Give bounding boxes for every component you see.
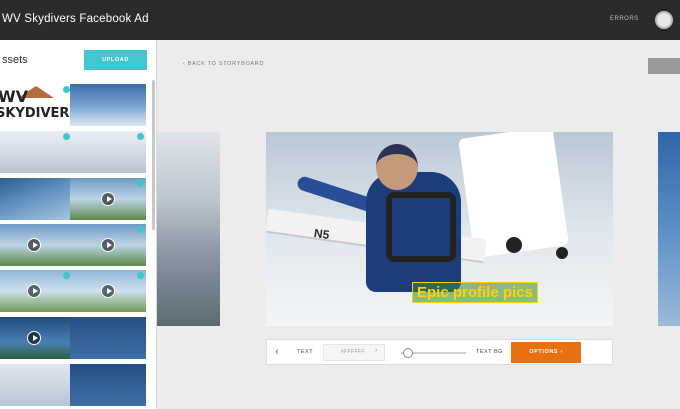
play-icon[interactable] bbox=[27, 238, 41, 252]
text-overlay-caption[interactable]: Epic profile pics bbox=[412, 282, 538, 303]
top-bar: WV Skydivers Facebook Ad ERRORS bbox=[0, 0, 680, 40]
next-frame[interactable] bbox=[658, 132, 680, 326]
plane-wheel bbox=[556, 247, 568, 259]
play-icon[interactable] bbox=[27, 331, 41, 345]
asset-thumb[interactable] bbox=[70, 224, 146, 266]
logo-text-skydivers: SKYDIVERS bbox=[0, 106, 72, 121]
check-circle-icon bbox=[137, 272, 144, 279]
sidebar-scrollbar[interactable] bbox=[152, 80, 155, 230]
check-circle-icon bbox=[63, 272, 70, 279]
avatar[interactable] bbox=[655, 11, 673, 29]
jumper-harness bbox=[386, 192, 456, 262]
options-button[interactable]: OPTIONS › bbox=[511, 342, 581, 363]
play-icon[interactable] bbox=[101, 192, 115, 206]
plane-marking: N5 bbox=[313, 226, 331, 242]
preview-button[interactable] bbox=[648, 58, 680, 74]
previous-frame[interactable] bbox=[157, 132, 220, 326]
asset-thumb[interactable] bbox=[0, 317, 72, 359]
asset-thumb-logo[interactable]: WV SKYDIVERS bbox=[0, 84, 72, 126]
project-title: WV Skydivers Facebook Ad bbox=[2, 13, 149, 25]
assets-sidebar: ssets UPLOAD WV SKYDIVERS bbox=[0, 40, 157, 409]
check-circle-icon bbox=[137, 133, 144, 140]
text-label: TEXT bbox=[297, 349, 314, 355]
logo-text-wv: WV bbox=[0, 87, 29, 106]
play-icon[interactable] bbox=[27, 284, 41, 298]
assets-heading: ssets bbox=[2, 54, 28, 66]
asset-thumb[interactable] bbox=[0, 224, 72, 266]
asset-thumb[interactable] bbox=[0, 178, 72, 220]
back-to-storyboard-link[interactable]: ‹ BACK TO STORYBOARD bbox=[183, 61, 264, 67]
asset-thumb[interactable] bbox=[70, 84, 146, 126]
asset-thumb[interactable] bbox=[70, 317, 146, 359]
asset-thumb[interactable] bbox=[0, 364, 72, 406]
chevron-right-icon: › bbox=[375, 347, 378, 354]
asset-thumb[interactable] bbox=[0, 131, 72, 173]
check-circle-icon bbox=[137, 180, 144, 187]
main-frame-image[interactable]: N5 Epic profile pics bbox=[266, 132, 613, 326]
check-circle-icon bbox=[137, 226, 144, 233]
check-circle-icon bbox=[63, 133, 70, 140]
slider-thumb[interactable] bbox=[402, 348, 413, 358]
play-icon[interactable] bbox=[101, 238, 115, 252]
jumper-head bbox=[376, 144, 418, 190]
asset-thumb[interactable] bbox=[70, 364, 146, 406]
jumper-arm bbox=[295, 174, 377, 214]
asset-thumb[interactable] bbox=[70, 131, 146, 173]
text-bg-label: TEXT BG bbox=[476, 349, 503, 355]
upload-button[interactable]: UPLOAD bbox=[84, 50, 147, 70]
frame-toolbar: ‹ TEXT #FFFFFF › TEXT BG OPTIONS › bbox=[266, 339, 613, 365]
play-icon[interactable] bbox=[101, 284, 115, 298]
header-link[interactable]: ERRORS bbox=[610, 16, 639, 22]
check-circle-icon bbox=[63, 86, 70, 93]
asset-thumb[interactable] bbox=[70, 270, 146, 312]
asset-thumb[interactable] bbox=[0, 270, 72, 312]
text-color-value: #FFFFFF bbox=[341, 349, 365, 355]
asset-thumb[interactable] bbox=[70, 178, 146, 220]
plane-wheel bbox=[506, 237, 522, 253]
chevron-left-icon[interactable]: ‹ bbox=[271, 346, 283, 358]
